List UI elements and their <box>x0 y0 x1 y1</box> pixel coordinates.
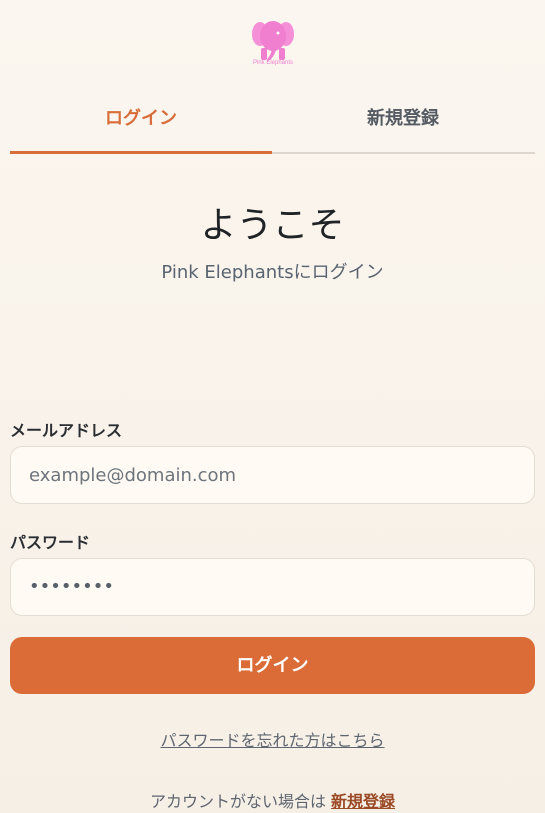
email-label: メールアドレス <box>10 421 123 440</box>
page-title: ようこそ <box>200 205 345 246</box>
signup-prompt: アカウントがない場合は 新規登録 <box>0 788 545 812</box>
forgot-password-link[interactable]: パスワードを忘れた方はこちら <box>0 727 545 751</box>
auth-tabs: ログイン 新規登録 <box>10 96 535 154</box>
email-field-container <box>10 446 535 504</box>
password-label: パスワード <box>10 533 91 552</box>
brand-name: Pink Elephants <box>252 60 294 66</box>
no-account-text: アカウントがない場合は <box>149 792 326 811</box>
login-button[interactable]: ログイン <box>10 637 535 694</box>
tab-register[interactable]: 新規登録 <box>272 96 534 152</box>
page-subtitle: Pink Elephantsにログイン <box>161 262 384 283</box>
brand-logo: Pink Elephants <box>248 14 298 76</box>
email-field[interactable] <box>29 447 516 503</box>
signup-link[interactable]: 新規登録 <box>331 792 395 811</box>
tab-login[interactable]: ログイン <box>10 96 272 154</box>
elephant-icon <box>252 21 294 61</box>
password-value: •••••••• <box>29 576 114 597</box>
password-field[interactable]: •••••••• <box>10 558 535 616</box>
